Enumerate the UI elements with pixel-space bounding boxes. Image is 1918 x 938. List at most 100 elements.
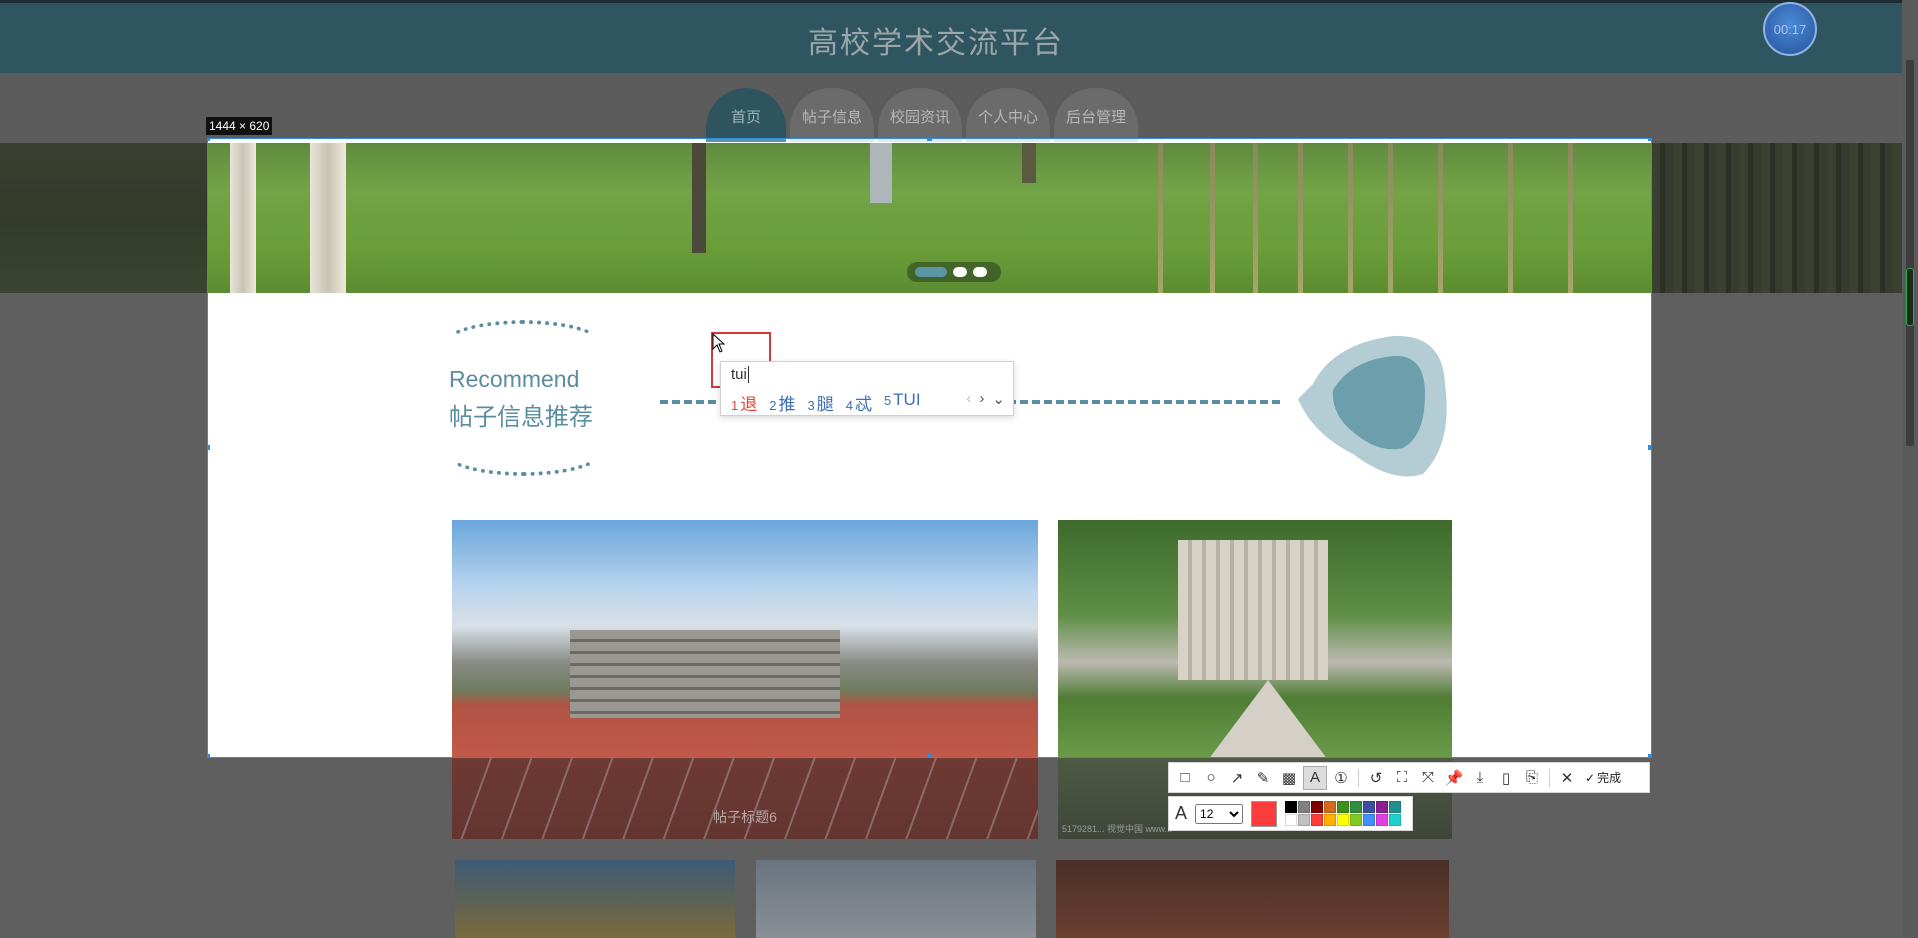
download-icon[interactable]: ⤓ bbox=[1468, 766, 1492, 790]
nav-posts-bright[interactable]: 帖子信息 bbox=[790, 139, 875, 142]
resize-handle-ne[interactable] bbox=[1648, 139, 1651, 141]
post-card-image-track[interactable]: 帖子标题6 bbox=[452, 757, 1038, 839]
color-swatch[interactable] bbox=[1285, 801, 1298, 813]
ime-candidate[interactable]: 4忒 bbox=[846, 390, 872, 415]
recording-timer[interactable]: 00:17 bbox=[1763, 2, 1817, 56]
resize-handle-n[interactable] bbox=[927, 139, 932, 141]
color-swatch[interactable] bbox=[1350, 801, 1363, 813]
banner-right-edge bbox=[1651, 143, 1902, 293]
card-image-building bbox=[1178, 540, 1328, 680]
color-swatch[interactable] bbox=[1324, 801, 1337, 813]
nav-posts[interactable]: 帖子信息 bbox=[790, 88, 875, 142]
post-card-row2-3[interactable] bbox=[1056, 860, 1449, 938]
pole bbox=[870, 143, 892, 203]
color-swatch[interactable] bbox=[1350, 814, 1363, 826]
chevron-left-icon[interactable]: ‹ bbox=[966, 390, 971, 408]
number-tool-icon[interactable]: ① bbox=[1329, 766, 1353, 790]
nav-admin[interactable]: 后台管理 bbox=[1054, 88, 1139, 142]
nav-profile[interactable]: 个人中心 bbox=[966, 88, 1051, 142]
site-header: 高校学术交流平台 bbox=[0, 0, 1902, 76]
resize-handle-se[interactable] bbox=[1648, 754, 1651, 757]
ime-candidate[interactable]: 2推 bbox=[769, 390, 795, 415]
tree-trunk bbox=[692, 143, 706, 253]
color-swatch[interactable] bbox=[1376, 814, 1389, 826]
capture-region[interactable]: 首页 帖子信息 校园资讯 个人中心 后台管理 Recommend 帖子信息推荐 bbox=[207, 138, 1652, 758]
color-swatch[interactable] bbox=[1311, 814, 1324, 826]
current-color-swatch[interactable] bbox=[1251, 800, 1278, 827]
mouse-cursor-icon bbox=[712, 333, 726, 353]
nav-home-bright[interactable]: 首页 bbox=[706, 139, 786, 142]
arrow-tool-icon[interactable]: ↗ bbox=[1225, 766, 1249, 790]
recommend-title-cn: 帖子信息推荐 bbox=[449, 404, 593, 431]
color-swatch[interactable] bbox=[1298, 814, 1311, 826]
color-swatch[interactable] bbox=[1285, 814, 1298, 826]
decor-blob bbox=[1298, 335, 1447, 477]
post-card-2[interactable] bbox=[1058, 520, 1452, 757]
resize-handle-e[interactable] bbox=[1648, 445, 1651, 450]
resize-handle-s[interactable] bbox=[927, 754, 932, 757]
banner-carousel[interactable] bbox=[208, 143, 1651, 293]
ime-nav: ‹ › ⌄ bbox=[966, 390, 1005, 408]
resize-handle-nw[interactable] bbox=[208, 139, 210, 141]
bamboo bbox=[1158, 143, 1163, 293]
nav-home[interactable]: 首页 bbox=[706, 88, 786, 142]
resize-handle-sw[interactable] bbox=[208, 754, 210, 757]
color-swatch[interactable] bbox=[1337, 801, 1350, 813]
decor-arc-top bbox=[443, 320, 603, 368]
color-swatch[interactable] bbox=[1389, 801, 1402, 813]
pen-tool-icon[interactable]: ✎ bbox=[1251, 766, 1275, 790]
scroll-capture-icon[interactable]: ⤧ bbox=[1416, 766, 1440, 790]
nav-news[interactable]: 校园资讯 bbox=[878, 88, 963, 142]
close-icon[interactable]: ✕ bbox=[1555, 766, 1579, 790]
bamboo bbox=[1508, 143, 1513, 293]
nav-admin-bright[interactable]: 后台管理 bbox=[1054, 139, 1139, 142]
color-swatch[interactable] bbox=[1311, 801, 1324, 813]
ocr-icon[interactable]: ⛶ bbox=[1390, 766, 1414, 790]
font-size-select[interactable]: 12 bbox=[1195, 803, 1244, 824]
ime-composition: tui bbox=[731, 366, 749, 383]
bamboo bbox=[1298, 143, 1303, 293]
color-swatch[interactable] bbox=[1363, 801, 1376, 813]
undo-icon[interactable]: ↺ bbox=[1364, 766, 1388, 790]
done-button[interactable]: ✓ 完成 bbox=[1585, 769, 1621, 786]
post-card-row2-2[interactable] bbox=[756, 860, 1036, 938]
chevron-right-icon[interactable]: › bbox=[979, 390, 984, 408]
rectangle-tool-icon[interactable]: □ bbox=[1173, 766, 1197, 790]
carousel-dot[interactable] bbox=[915, 267, 947, 277]
toolbar-divider bbox=[1549, 768, 1550, 787]
color-swatch[interactable] bbox=[1363, 814, 1376, 826]
bookmark-icon[interactable]: ⎘ bbox=[1520, 766, 1544, 790]
tree-trunk bbox=[230, 143, 256, 293]
nav-profile-bright[interactable]: 个人中心 bbox=[966, 139, 1051, 142]
carousel-dot[interactable] bbox=[973, 267, 987, 277]
color-swatch[interactable] bbox=[1376, 801, 1389, 813]
ime-candidate-window[interactable]: tui 1退 2推 3腿 4忒 5 TUI ‹ › ⌄ bbox=[720, 361, 1014, 416]
ellipse-tool-icon[interactable]: ○ bbox=[1199, 766, 1223, 790]
ime-candidate[interactable]: 5 TUI bbox=[884, 390, 921, 415]
bamboo bbox=[1388, 143, 1393, 293]
color-swatch[interactable] bbox=[1337, 814, 1350, 826]
toolbar-divider bbox=[1358, 768, 1359, 787]
font-icon: A bbox=[1175, 803, 1188, 823]
decor-arc-bottom bbox=[443, 428, 603, 476]
chevron-down-icon[interactable]: ⌄ bbox=[992, 390, 1005, 408]
carousel-dot[interactable] bbox=[953, 267, 967, 277]
color-swatch[interactable] bbox=[1389, 814, 1402, 826]
color-swatch[interactable] bbox=[1298, 801, 1311, 813]
nav-news-bright[interactable]: 校园资讯 bbox=[878, 139, 963, 142]
ime-candidate[interactable]: 3腿 bbox=[807, 390, 833, 415]
capture-toolbar: □ ○ ↗ ✎ ▩ A ① ↺ ⛶ ⤧ 📌 ⤓ ▯ ⎘ ✕ ✓ 完成 bbox=[1168, 762, 1650, 793]
pin-icon[interactable]: 📌 bbox=[1442, 766, 1466, 790]
ime-candidate[interactable]: 1退 bbox=[731, 390, 757, 415]
text-tool-icon[interactable]: A bbox=[1303, 765, 1327, 790]
color-swatch[interactable] bbox=[1324, 814, 1337, 826]
post-card-row2-1[interactable] bbox=[455, 860, 735, 938]
image-credit: 5179281... 视觉中国 www... bbox=[1062, 824, 1173, 834]
post-card-1[interactable] bbox=[452, 520, 1038, 757]
phone-icon[interactable]: ▯ bbox=[1494, 766, 1518, 790]
resize-handle-w[interactable] bbox=[208, 445, 210, 450]
capture-size-label: 1444 × 620 bbox=[206, 117, 273, 135]
page-scrollbar[interactable] bbox=[1902, 0, 1918, 938]
mosaic-tool-icon[interactable]: ▩ bbox=[1277, 766, 1301, 790]
scrollbar-thumb[interactable] bbox=[1906, 60, 1914, 446]
